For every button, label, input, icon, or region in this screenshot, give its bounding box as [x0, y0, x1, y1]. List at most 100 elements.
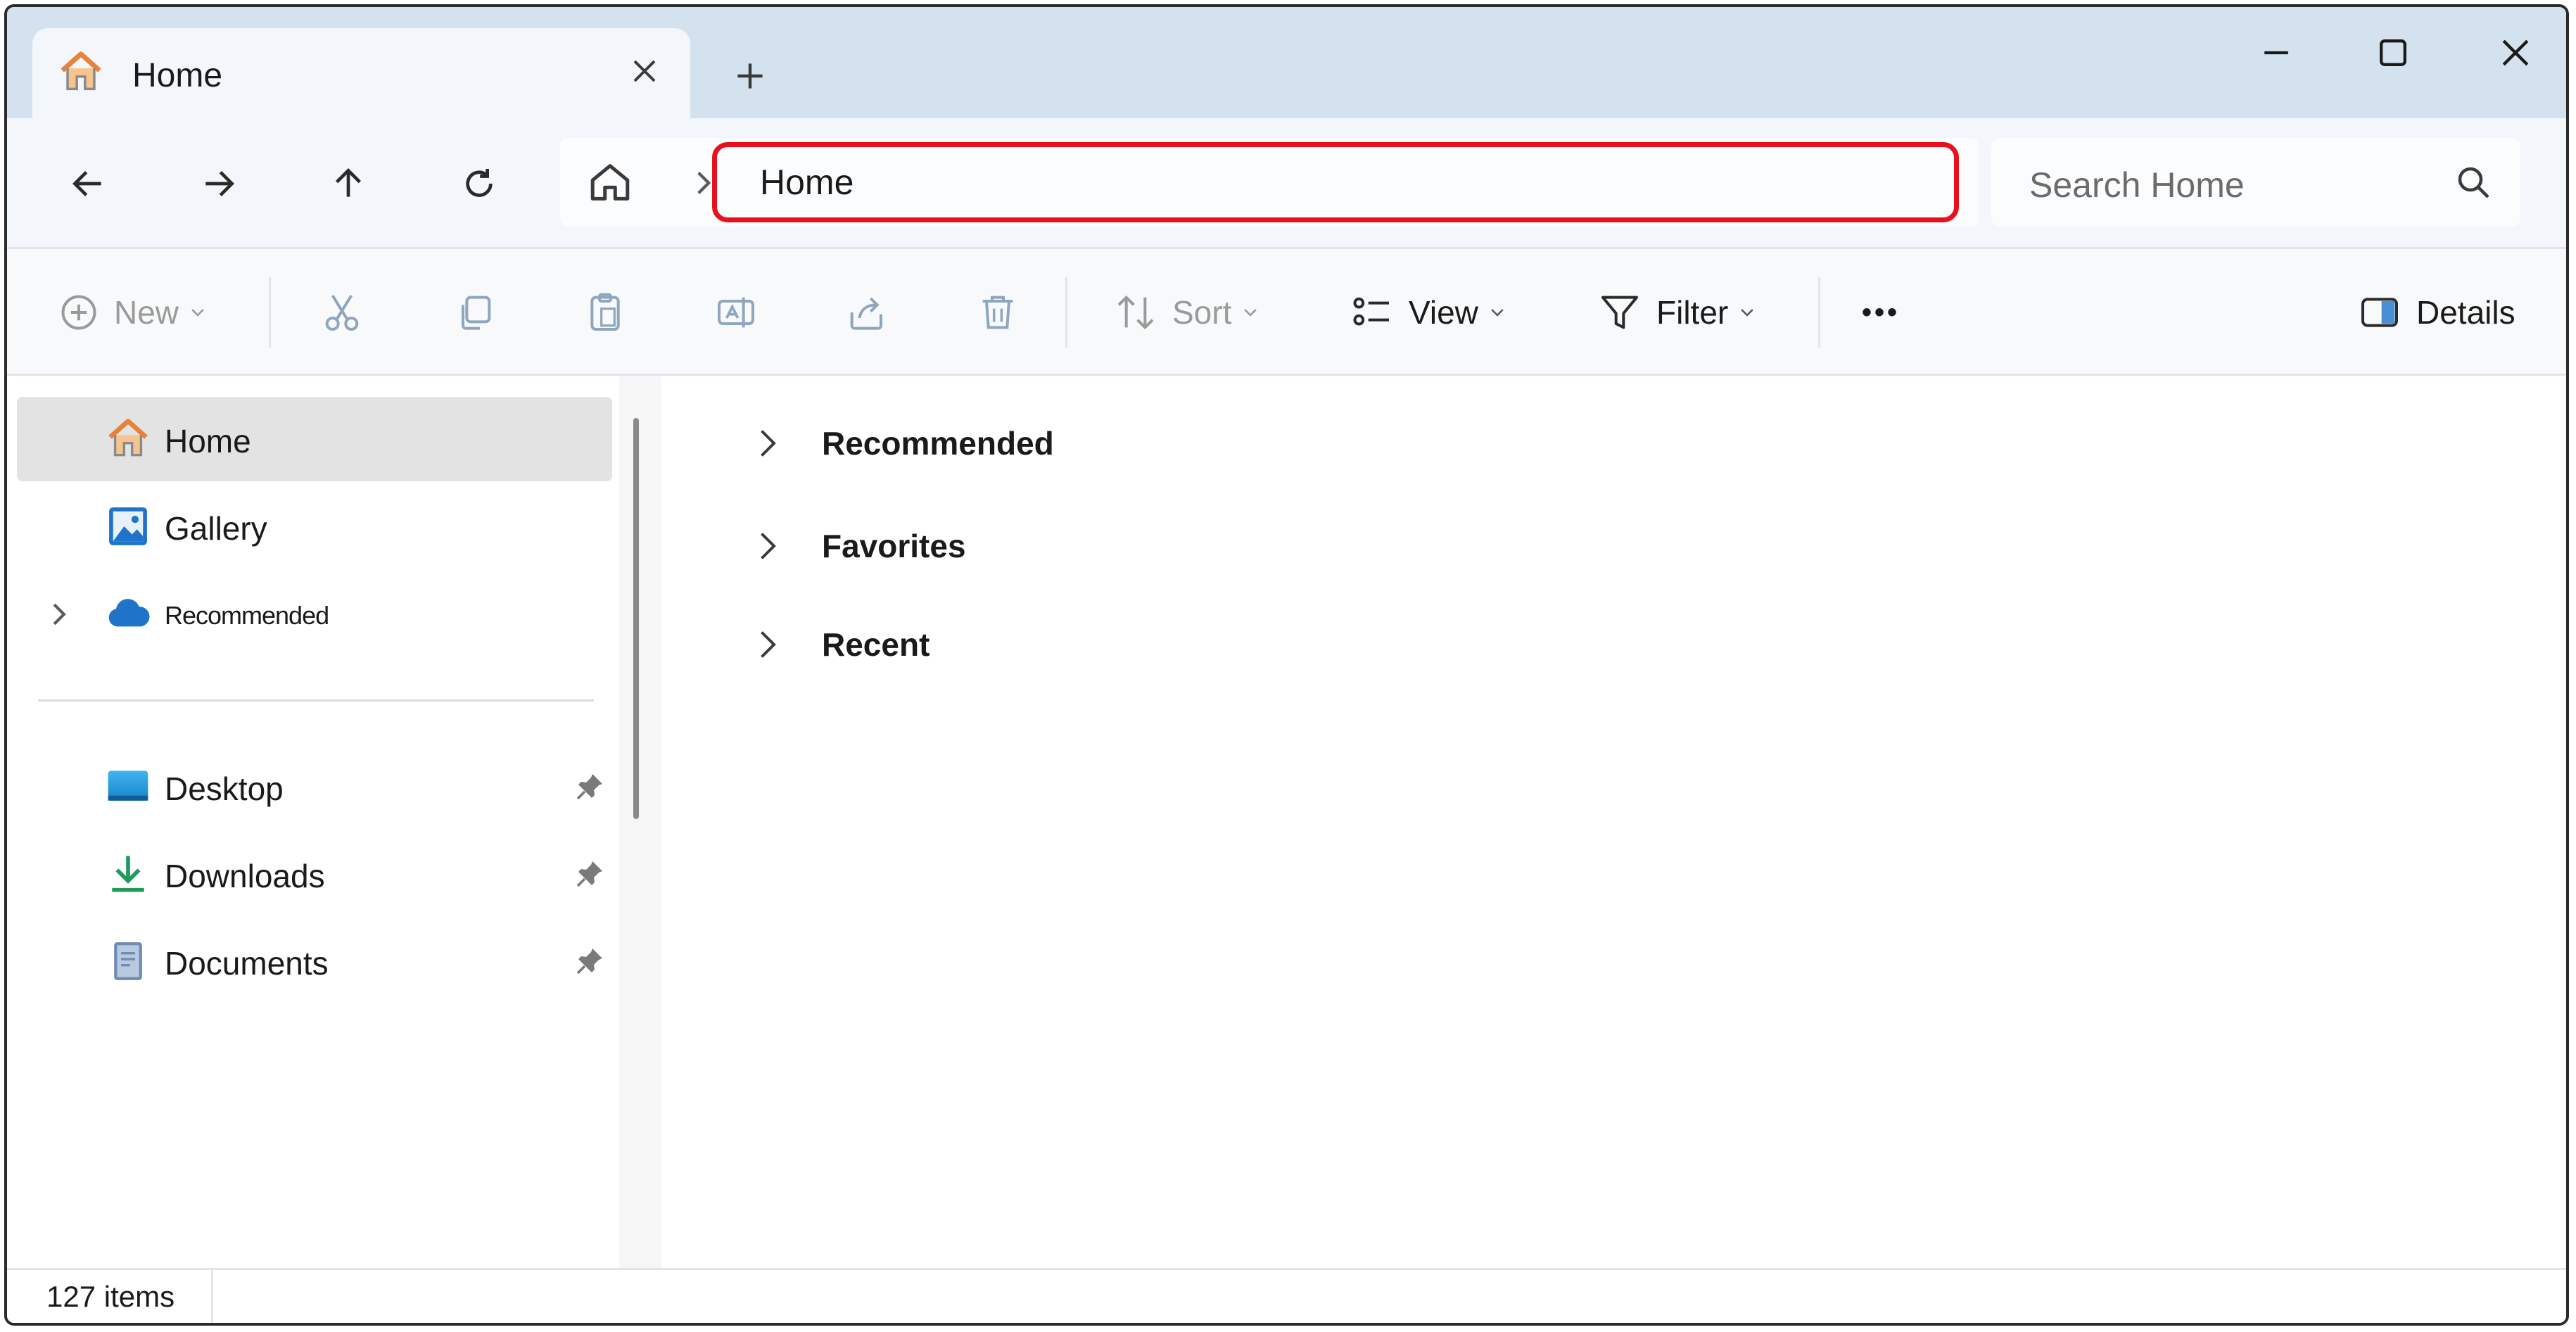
- command-bar: New Sort View Filter ••• Details: [7, 249, 2566, 376]
- status-separator: [211, 1270, 213, 1323]
- separator: [1065, 277, 1067, 348]
- pin-icon[interactable]: [573, 944, 607, 978]
- content-pane: Recommended Favorites Recent: [661, 376, 2566, 1274]
- section-label: Recommended: [822, 425, 1054, 462]
- sidebar-divider: [38, 699, 594, 702]
- cloud-icon: [108, 599, 150, 627]
- gallery-icon: [109, 507, 147, 545]
- copy-button[interactable]: [452, 284, 497, 341]
- documents-icon: [114, 942, 142, 980]
- details-button[interactable]: Details: [2357, 284, 2515, 341]
- address-highlight-box: [712, 142, 1959, 222]
- rename-button[interactable]: [713, 284, 759, 341]
- back-button[interactable]: [58, 153, 118, 214]
- chevron-right-icon: [761, 533, 776, 559]
- pin-icon[interactable]: [573, 770, 607, 804]
- share-icon: [850, 297, 882, 330]
- section-favorites[interactable]: Favorites: [753, 511, 966, 581]
- view-label: View: [1409, 294, 1478, 331]
- sidebar-item-label: Downloads: [165, 858, 325, 894]
- desktop-icon: [108, 770, 148, 801]
- sidebar-item-label: Gallery: [165, 510, 267, 547]
- rename-icon: [718, 297, 754, 328]
- minimize-icon: [2264, 51, 2288, 55]
- plus-circle-icon: [61, 295, 96, 330]
- download-icon: [112, 856, 144, 892]
- paste-button[interactable]: [583, 284, 628, 341]
- file-explorer-window: Home Home Search Home New Sort View Filt…: [4, 4, 2569, 1326]
- sidebar-scrollbar[interactable]: [633, 418, 639, 819]
- address-path[interactable]: Home: [760, 162, 854, 203]
- home-icon: [61, 51, 101, 91]
- pin-icon[interactable]: [573, 857, 607, 891]
- sidebar-item-recommended[interactable]: Recommended: [17, 571, 612, 656]
- sidebar-scroll-track[interactable]: [619, 376, 661, 1274]
- sort-button[interactable]: Sort: [1113, 284, 1260, 341]
- refresh-button[interactable]: [449, 153, 509, 214]
- item-count: 127 items: [46, 1280, 175, 1313]
- search-input[interactable]: Search Home: [2029, 165, 2245, 205]
- view-button[interactable]: View: [1350, 284, 1506, 341]
- share-button[interactable]: [844, 284, 889, 341]
- cut-button[interactable]: [319, 284, 364, 341]
- sort-icon: [1117, 295, 1154, 330]
- close-tab-button[interactable]: [620, 46, 669, 96]
- chevron-right-icon: [761, 430, 776, 457]
- separator: [1818, 277, 1820, 348]
- chevron-down-icon: [1741, 309, 1753, 317]
- arrow-left-icon: [72, 171, 101, 196]
- search-icon[interactable]: [2453, 162, 2495, 204]
- title-bar: Home: [7, 7, 2566, 141]
- separator: [269, 277, 271, 348]
- sidebar-item-downloads[interactable]: Downloads: [17, 832, 612, 916]
- tab-title: Home: [132, 57, 223, 94]
- scissors-icon: [325, 294, 359, 331]
- refresh-icon: [466, 169, 493, 197]
- search-box[interactable]: Search Home: [1991, 138, 2520, 227]
- copy-icon: [462, 296, 491, 330]
- maximize-icon: [2380, 39, 2406, 66]
- minimize-button[interactable]: [2238, 21, 2315, 84]
- home-icon: [108, 419, 148, 457]
- maximize-button[interactable]: [2354, 21, 2432, 84]
- status-bar: 127 items: [7, 1268, 2566, 1323]
- close-icon: [633, 60, 656, 82]
- trash-icon: [982, 296, 1013, 329]
- sidebar-item-label: Recommended: [165, 601, 329, 630]
- sidebar-item-label: Desktop: [165, 770, 284, 807]
- sidebar-item-label: Home: [165, 423, 251, 459]
- section-label: Recent: [822, 626, 930, 663]
- up-button[interactable]: [318, 153, 379, 214]
- details-pane-icon: [2361, 298, 2398, 327]
- more-icon: •••: [1862, 296, 1901, 328]
- section-recommended[interactable]: Recommended: [753, 408, 1054, 478]
- home-icon: [590, 164, 630, 201]
- sort-label: Sort: [1172, 294, 1232, 331]
- chevron-down-icon: [191, 309, 204, 317]
- chevron-down-icon: [1244, 309, 1257, 317]
- more-options-button[interactable]: •••: [1862, 284, 1900, 341]
- sidebar-item-desktop[interactable]: Desktop: [17, 744, 612, 829]
- sidebar-item-gallery[interactable]: Gallery: [17, 484, 612, 569]
- sidebar-item-home[interactable]: Home: [17, 397, 612, 481]
- section-recent[interactable]: Recent: [753, 609, 929, 680]
- forward-button[interactable]: [189, 153, 249, 214]
- chevron-right-icon: [761, 631, 776, 658]
- close-icon: [2502, 39, 2529, 66]
- arrow-up-icon: [336, 168, 361, 197]
- new-label: New: [114, 294, 179, 331]
- filter-label: Filter: [1656, 294, 1729, 331]
- plus-icon: [737, 63, 763, 89]
- close-window-button[interactable]: [2477, 21, 2554, 84]
- new-button[interactable]: New: [58, 284, 207, 341]
- details-label: Details: [2416, 294, 2515, 331]
- delete-button[interactable]: [975, 284, 1020, 341]
- paste-icon: [590, 293, 620, 331]
- filter-button[interactable]: Filter: [1597, 284, 1756, 341]
- navigation-pane: Home Gallery Recommended Desktop Downloa…: [7, 376, 661, 1274]
- sidebar-item-documents[interactable]: Documents: [17, 919, 612, 1003]
- new-tab-button[interactable]: [722, 48, 778, 104]
- chevron-right-icon[interactable]: [45, 598, 73, 630]
- navigation-bar: Home Search Home: [7, 118, 2566, 249]
- filter-icon: [1601, 296, 1638, 329]
